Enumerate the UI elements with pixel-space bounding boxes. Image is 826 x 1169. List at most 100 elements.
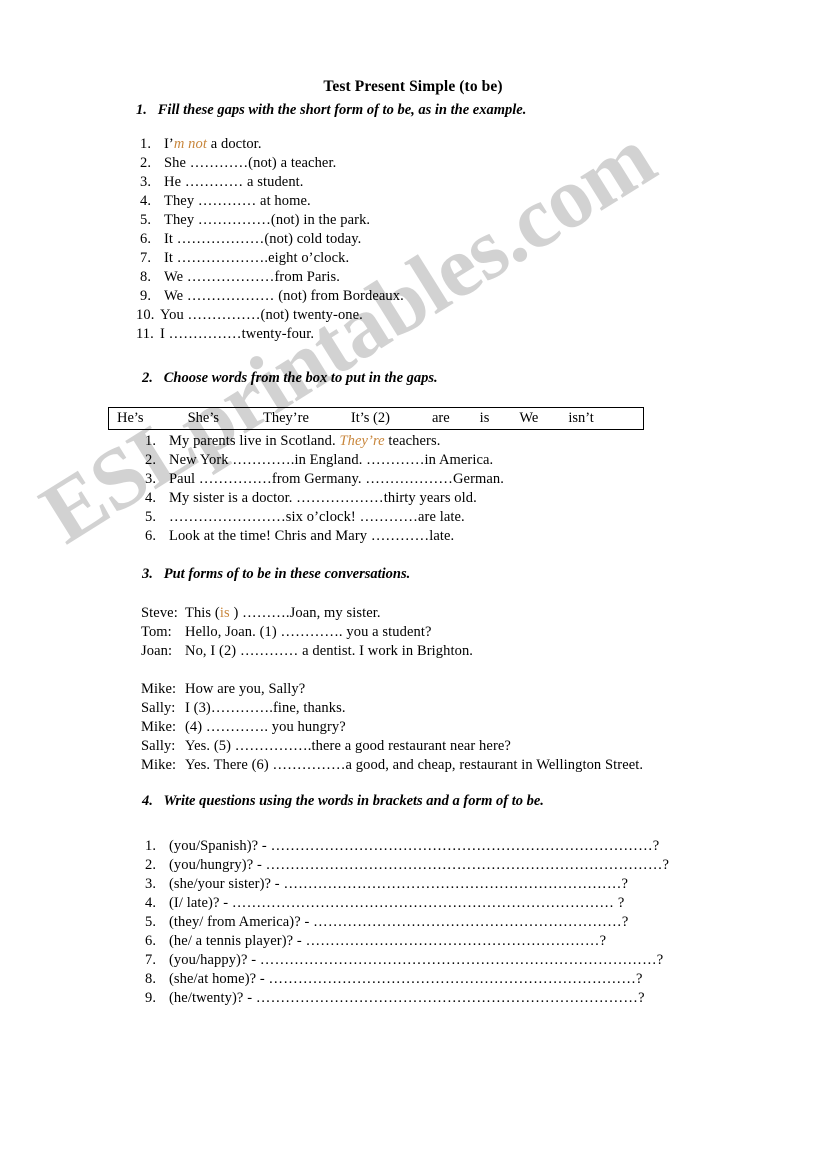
list-item: 10. You ……………(not) twenty-one. — [136, 307, 363, 324]
item-number: 5. — [140, 212, 152, 228]
item-number: 2. — [145, 857, 157, 873]
list-item: 2. She …………(not) a teacher. — [140, 155, 336, 172]
item-number: 11. — [136, 326, 154, 342]
exercise-1-heading: 1. Fill these gaps with the short form o… — [136, 102, 526, 119]
answer-blank[interactable]: ……………………………………………………………? — [283, 876, 628, 892]
list-item: 4. (I/ late)? - …………………………………………………………………… — [145, 895, 625, 912]
item-text: You ……………(not) twenty-one. — [160, 307, 363, 323]
dialogue-text: I (3)………….fine, thanks. — [185, 700, 346, 716]
list-item: 9. (he/twenty)? - ……………………………………………………………… — [145, 990, 645, 1007]
dialogue-text: Yes. There (6) ……………a good, and cheap, r… — [185, 757, 644, 773]
word-bank-item[interactable]: It’s (2) — [351, 410, 390, 427]
question-prompt: (you/happy)? - — [169, 952, 257, 968]
word-bank-item[interactable]: She’s — [188, 410, 219, 427]
list-item: 4. They ………… at home. — [140, 193, 311, 210]
list-item: 2. New York ………….in England. …………in Ameri… — [145, 452, 493, 469]
list-item: 7. (you/happy)? - ……………………………………………………………… — [145, 952, 663, 969]
sample-answer: They’re — [339, 433, 385, 449]
list-item: 11. I ……………twenty-four. — [136, 326, 314, 343]
question-prompt: (she/your sister)? - — [169, 876, 280, 892]
item-number: 9. — [145, 990, 157, 1006]
exercise-2-number: 2. — [142, 370, 153, 386]
dialogue-speaker: Sally: — [141, 700, 176, 716]
item-number: 5. — [145, 914, 157, 930]
word-bank-item[interactable]: He’s — [117, 410, 144, 427]
word-bank-item[interactable]: isn’t — [568, 410, 594, 427]
item-text: It ……………….eight o’clock. — [164, 250, 350, 266]
item-number: 2. — [140, 155, 152, 171]
item-number: 10. — [136, 307, 155, 323]
item-text: ……………………six o’clock! …………are late. — [169, 509, 465, 525]
item-text: We ………………from Paris. — [164, 269, 341, 285]
sample-answer: m not — [173, 136, 207, 152]
item-text-post: a doctor. — [206, 136, 262, 152]
item-text: They ……………(not) in the park. — [164, 212, 371, 228]
list-item: 6. It ………………(not) cold today. — [140, 231, 361, 248]
item-number: 3. — [140, 174, 152, 190]
dialogue-speaker: Joan: — [141, 643, 173, 659]
answer-blank[interactable]: …………………………………………………………………? — [269, 971, 643, 987]
item-text: It ………………(not) cold today. — [164, 231, 362, 247]
dialogue-speaker: Tom: — [141, 624, 172, 640]
item-number: 6. — [145, 933, 157, 949]
exercise-4-heading: 4. Write questions using the words in br… — [142, 793, 544, 810]
list-item: 8. (she/at home)? - ………………………………………………………… — [145, 971, 643, 988]
dialogue-line: Mike: Yes. There (6) ……………a good, and che… — [141, 757, 643, 774]
item-text-pre: I’ — [164, 136, 174, 152]
item-number: 4. — [145, 895, 157, 911]
exercise-3-heading-text: Put forms of to be in these conversation… — [163, 566, 411, 582]
item-text-pre: My parents live in Scotland. — [169, 433, 340, 449]
item-text: She …………(not) a teacher. — [164, 155, 337, 171]
dialogue-text: No, I (2) ………… a dentist. I work in Brig… — [185, 643, 474, 659]
question-prompt: (she/at home)? - — [169, 971, 265, 987]
list-item: 1. (you/Spanish)? - ………………………………………………………… — [145, 838, 659, 855]
item-number: 3. — [145, 876, 157, 892]
dialogue-speaker: Mike: — [141, 719, 177, 735]
answer-blank[interactable]: ……………………………………………………? — [306, 933, 607, 949]
answer-blank[interactable]: …………………………………………………………………… ? — [232, 895, 625, 911]
dialogue-speaker: Steve: — [141, 605, 178, 621]
dialogue-line: Tom: Hello, Joan. (1) …………. you a student… — [141, 624, 432, 641]
word-bank-item[interactable]: We — [519, 410, 538, 427]
item-number: 7. — [145, 952, 157, 968]
answer-blank[interactable]: ………………………………………………………………………? — [266, 857, 670, 873]
list-item: 2. (you/hungry)? - …………………………………………………………… — [145, 857, 669, 874]
exercise-1-heading-text: Fill these gaps with the short form of t… — [157, 102, 527, 118]
item-text: My sister is a doctor. ………………thirty year… — [169, 490, 477, 506]
word-bank-box: He’s She’s They’re It’s (2) are is We is… — [108, 407, 644, 430]
dialogue-line: Sally: I (3)………….fine, thanks. — [141, 700, 346, 717]
sample-answer: is — [219, 605, 230, 621]
dialogue-line: Sally: Yes. (5) …………….there a good restau… — [141, 738, 511, 755]
list-item: 7. It ……………….eight o’clock. — [140, 250, 349, 267]
word-bank-item[interactable]: is — [480, 410, 490, 427]
answer-blank[interactable]: ………………………………………………………? — [313, 914, 628, 930]
item-number: 6. — [140, 231, 152, 247]
list-item: 5. (they/ from America)? - ……………………………………… — [145, 914, 628, 931]
dialogue-speaker: Mike: — [141, 757, 177, 773]
word-bank-item[interactable]: They’re — [263, 410, 309, 427]
list-item: 1. My parents live in Scotland. They’re t… — [145, 433, 440, 450]
question-prompt: (you/hungry)? - — [169, 857, 262, 873]
item-text: He ………… a student. — [164, 174, 304, 190]
item-text: We ……………… (not) from Bordeaux. — [164, 288, 404, 304]
list-item: 1. I’m not a doctor. — [140, 136, 262, 153]
word-bank-item[interactable]: are — [432, 410, 450, 427]
list-item: 9. We ……………… (not) from Bordeaux. — [140, 288, 404, 305]
dialogue-text: How are you, Sally? — [185, 681, 306, 697]
answer-blank[interactable]: ……………………………………………………………………? — [256, 990, 645, 1006]
item-number: 9. — [140, 288, 152, 304]
dialogue-text-post: ) ……….Joan, my sister. — [229, 605, 381, 621]
list-item: 4. My sister is a doctor. ………………thirty ye… — [145, 490, 477, 507]
item-number: 7. — [140, 250, 152, 266]
list-item: 6. (he/ a tennis player)? - …………………………………… — [145, 933, 606, 950]
worksheet-page: ESLprintables.com Test Present Simple (t… — [0, 0, 826, 1169]
list-item: 3. (she/your sister)? - ……………………………………………… — [145, 876, 628, 893]
item-text: New York ………….in England. …………in America… — [169, 452, 494, 468]
dialogue-text-pre: This ( — [185, 605, 220, 621]
exercise-3-heading: 3. Put forms of to be in these conversat… — [142, 566, 410, 583]
answer-blank[interactable]: ……………………………………………………………………? — [271, 838, 660, 854]
answer-blank[interactable]: ………………………………………………………………………? — [260, 952, 664, 968]
dialogue-speaker: Mike: — [141, 681, 177, 697]
dialogue-line: Mike: (4) …………. you hungry? — [141, 719, 346, 736]
exercise-2-heading-text: Choose words from the box to put in the … — [163, 370, 438, 386]
